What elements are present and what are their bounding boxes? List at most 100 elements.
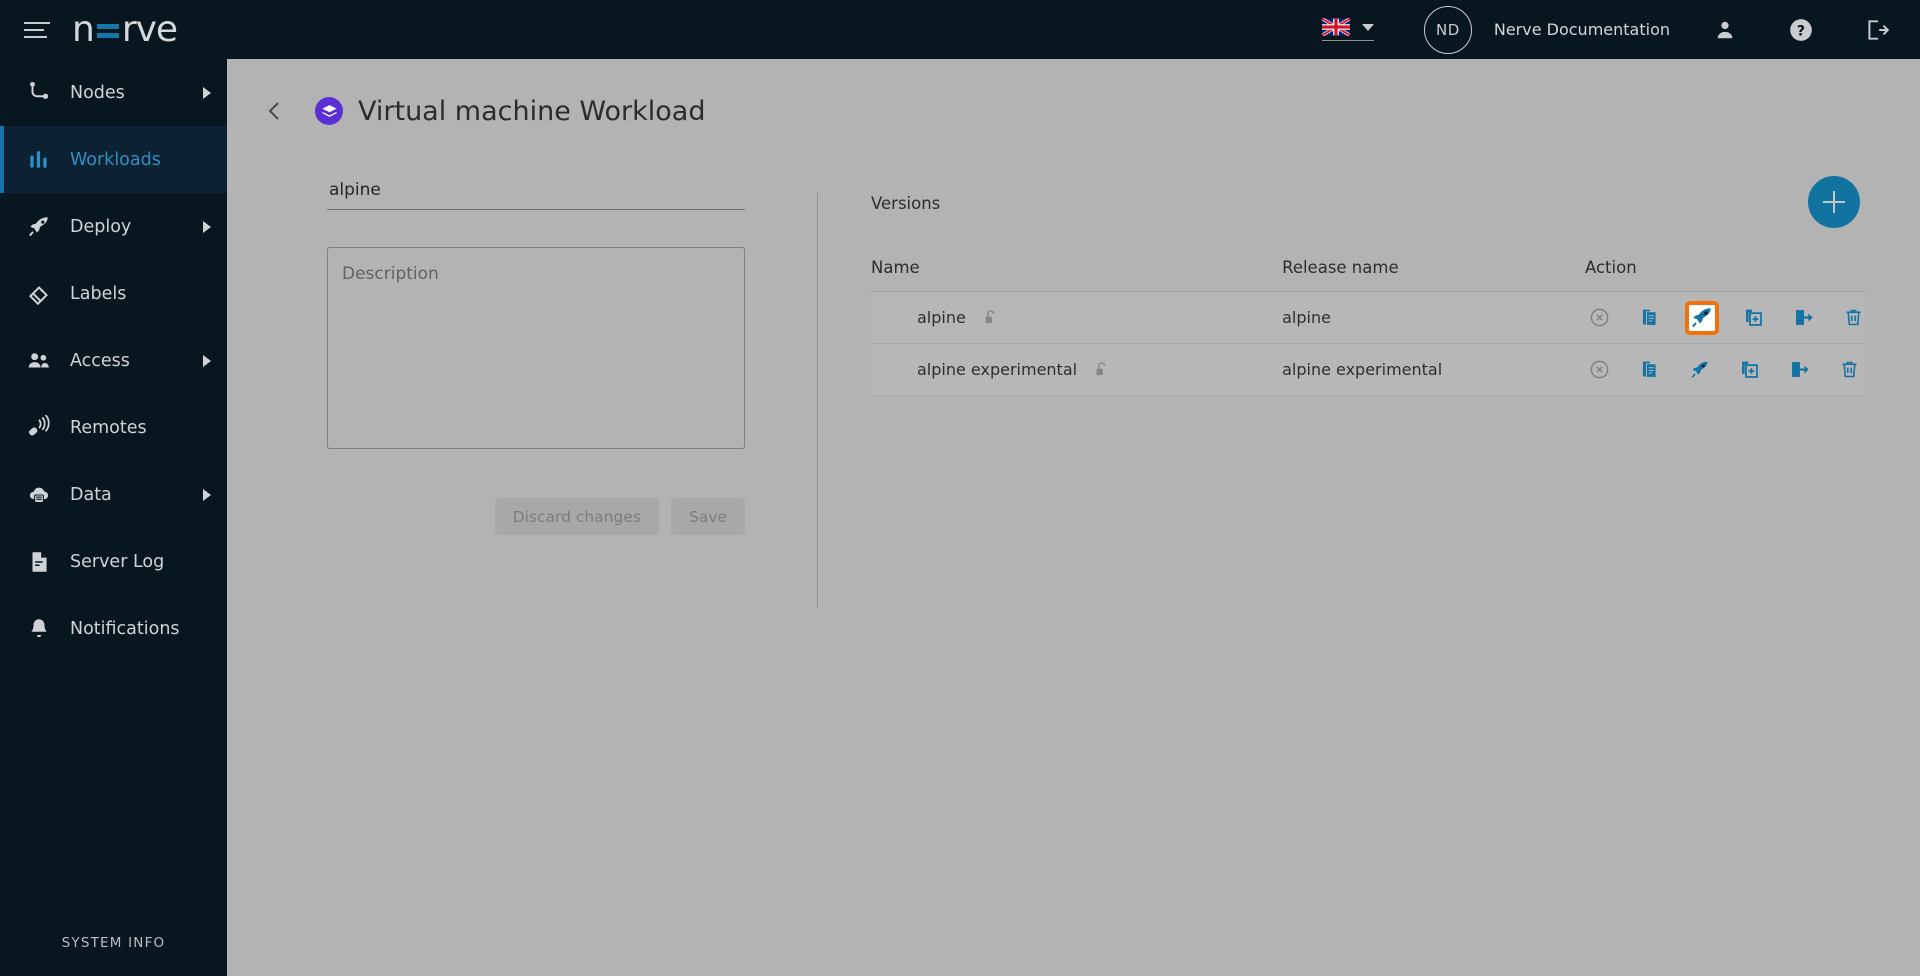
language-selector[interactable] — [1321, 18, 1374, 41]
clone-plus-icon[interactable] — [1743, 307, 1765, 329]
column-header-name: Name — [871, 258, 920, 277]
deploy-rocket-icon — [24, 213, 54, 241]
export-icon[interactable] — [1793, 307, 1815, 329]
versions-title: Versions — [871, 194, 941, 213]
sidebar-item-remotes[interactable]: Remotes — [0, 394, 227, 461]
uk-flag-icon — [1321, 18, 1350, 36]
chevron-right-icon[interactable] — [203, 220, 211, 233]
sidebar-item-label: Labels — [70, 283, 127, 304]
cell-release-name: alpine — [1282, 291, 1585, 344]
deploy-rocket-icon[interactable] — [1684, 300, 1719, 335]
export-icon[interactable] — [1789, 359, 1811, 381]
cell-name: alpine experimental — [871, 343, 1283, 396]
versions-panel: Versions Name Release name Action alpine… — [818, 176, 1920, 608]
chevron-right-icon[interactable] — [203, 86, 211, 99]
save-button[interactable]: Save — [670, 498, 745, 535]
sidebar-item-data[interactable]: Data — [0, 461, 227, 528]
description-textarea[interactable] — [327, 247, 745, 449]
back-chevron-icon[interactable] — [257, 94, 291, 128]
chevron-right-icon[interactable] — [203, 354, 211, 367]
name-input[interactable] — [327, 176, 745, 210]
unlocked-padlock-icon[interactable] — [1093, 361, 1109, 379]
nodes-icon — [24, 79, 54, 107]
logo-equals-icon — [96, 22, 119, 38]
avatar-initials: ND — [1435, 20, 1460, 39]
row-action-group — [1585, 359, 1865, 381]
cell-actions — [1584, 291, 1865, 344]
topbar-actions: ND Nerve Documentation ? — [1321, 0, 1920, 59]
table-row[interactable]: alpine alpine — [871, 291, 1865, 344]
sidebar-item-label: Notifications — [70, 618, 180, 639]
sidebar-item-label: Nodes — [70, 82, 125, 103]
sidebar-item-labels[interactable]: Labels — [0, 260, 227, 327]
user-icon[interactable] — [1708, 13, 1742, 47]
chevron-right-icon[interactable] — [203, 488, 211, 501]
data-cloud-icon — [24, 481, 54, 509]
sidebar-item-deploy[interactable]: Deploy — [0, 193, 227, 260]
help-icon[interactable]: ? — [1784, 13, 1818, 47]
page-header: Virtual machine Workload — [227, 59, 1920, 128]
logout-icon[interactable] — [1860, 13, 1894, 47]
copy-document-icon[interactable] — [1639, 307, 1661, 329]
versions-table-body: alpine alpine alpine experimental alpine ex… — [871, 291, 1865, 396]
column-header-action: Action — [1584, 258, 1637, 277]
table-header-row: Name Release name Action — [871, 258, 1865, 292]
version-name: alpine experimental — [917, 359, 1078, 379]
sidebar-item-server-log[interactable]: Server Log — [0, 528, 227, 595]
labels-tag-icon — [24, 280, 54, 308]
svg-text:?: ? — [1797, 23, 1805, 39]
sidebar: Nodes Workloads Deploy Labels Access Remotes D… — [0, 59, 227, 976]
form-buttons: Discard changes Save — [327, 498, 745, 535]
logo-text-before: n — [72, 9, 95, 50]
unlocked-padlock-icon[interactable] — [982, 309, 998, 327]
clone-plus-icon[interactable] — [1739, 359, 1761, 381]
top-bar: n rve ND Nerve Documentation ? — [0, 0, 1920, 59]
content-area: Discard changes Save Versions Name Relea… — [227, 128, 1920, 608]
sidebar-item-label: Deploy — [70, 216, 132, 237]
access-users-icon — [24, 347, 54, 375]
username-label: Nerve Documentation — [1493, 20, 1670, 39]
sidebar-item-label: Remotes — [70, 417, 147, 438]
column-header-release-name: Release name — [1282, 258, 1399, 277]
sidebar-item-access[interactable]: Access — [0, 327, 227, 394]
release-name: alpine — [1282, 308, 1331, 327]
logo-text-after: rve — [121, 9, 178, 50]
sidebar-item-label: Workloads — [70, 149, 161, 170]
sidebar-item-workloads[interactable]: Workloads — [0, 126, 227, 193]
sidebar-item-notifications[interactable]: Notifications — [0, 595, 227, 662]
versions-table: Name Release name Action alpine alpine alp… — [871, 258, 1865, 396]
page-title: Virtual machine Workload — [358, 95, 706, 127]
workload-form: Discard changes Save — [227, 176, 817, 608]
system-info-label[interactable]: SYSTEM INFO — [0, 935, 227, 951]
delete-trash-icon[interactable] — [1843, 307, 1865, 329]
hamburger-icon[interactable] — [24, 18, 54, 42]
sidebar-item-nodes[interactable]: Nodes — [0, 59, 227, 126]
workloads-icon — [24, 146, 54, 174]
add-version-button[interactable] — [1808, 176, 1860, 228]
disable-circle-icon — [1589, 359, 1611, 381]
nerve-logo: n rve — [72, 9, 178, 50]
chevron-down-icon — [1361, 23, 1374, 31]
cell-release-name: alpine experimental — [1282, 343, 1585, 396]
delete-trash-icon[interactable] — [1839, 359, 1861, 381]
deploy-rocket-icon[interactable] — [1689, 359, 1711, 381]
version-name: alpine — [917, 307, 966, 327]
table-row[interactable]: alpine experimental alpine experimental — [871, 343, 1865, 396]
bell-icon — [24, 615, 54, 643]
release-name: alpine experimental — [1282, 360, 1443, 379]
discard-changes-button[interactable]: Discard changes — [494, 498, 659, 535]
remotes-icon — [24, 414, 54, 442]
sidebar-item-label: Data — [70, 484, 112, 505]
cell-name: alpine — [871, 291, 1283, 344]
copy-document-icon[interactable] — [1639, 359, 1661, 381]
sidebar-nav: Nodes Workloads Deploy Labels Access Remotes D… — [0, 59, 227, 662]
versions-table-head: Name Release name Action — [871, 258, 1865, 292]
server-log-icon — [24, 548, 54, 576]
main-content: Virtual machine Workload Discard changes… — [227, 59, 1920, 976]
disable-circle-icon — [1589, 307, 1611, 329]
avatar[interactable]: ND — [1423, 5, 1472, 54]
cell-actions — [1584, 343, 1865, 396]
sidebar-item-label: Server Log — [70, 551, 165, 572]
virtual-machine-layers-icon — [315, 97, 343, 125]
sidebar-item-label: Access — [70, 350, 130, 371]
